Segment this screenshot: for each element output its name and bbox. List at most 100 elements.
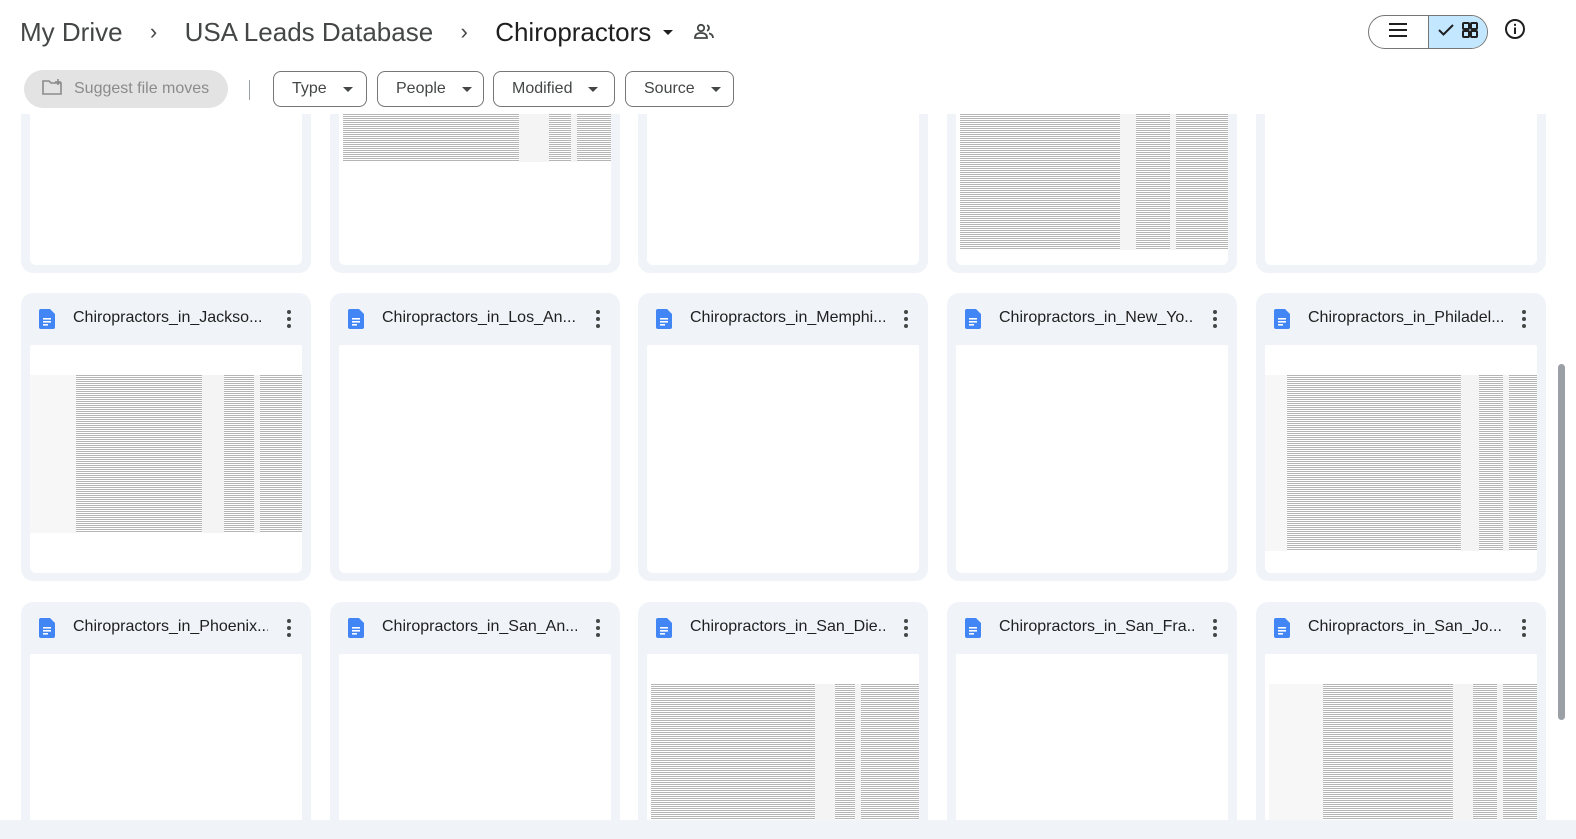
file-thumbnail bbox=[956, 654, 1228, 820]
sheet-preview bbox=[960, 114, 1228, 250]
file-thumbnail bbox=[339, 114, 611, 265]
file-thumbnail bbox=[339, 654, 611, 820]
file-card-header: Chiropractors_in_San_Die... bbox=[638, 602, 928, 654]
file-card[interactable]: Chiropractors_in_Memphi... bbox=[638, 293, 928, 581]
file-card-header: Chiropractors_in_Jackso... bbox=[21, 293, 311, 345]
people-filter-label: People bbox=[396, 80, 446, 97]
suggest-file-moves-label: Suggest file moves bbox=[74, 80, 210, 97]
more-options-icon[interactable] bbox=[279, 616, 299, 640]
file-card-partial[interactable] bbox=[21, 114, 311, 273]
info-button[interactable] bbox=[1502, 18, 1528, 44]
more-options-icon[interactable] bbox=[279, 307, 299, 331]
file-name: Chiropractors_in_Memphi... bbox=[690, 309, 885, 326]
caret-down-icon bbox=[342, 86, 353, 92]
caret-down-icon bbox=[461, 86, 472, 92]
file-card[interactable]: Chiropractors_in_San_Fra... bbox=[947, 602, 1237, 820]
file-card-partial[interactable] bbox=[330, 114, 620, 273]
breadcrumb: My Drive › USA Leads Database › Chiropra… bbox=[20, 12, 715, 52]
caret-down-icon bbox=[588, 86, 599, 92]
file-thumbnail bbox=[30, 345, 302, 573]
sheet-preview bbox=[30, 375, 302, 533]
sheet-preview bbox=[1269, 684, 1537, 820]
google-docs-icon bbox=[1274, 618, 1290, 638]
file-card[interactable]: Chiropractors_in_San_Jo... bbox=[1256, 602, 1546, 820]
chevron-right-icon: › bbox=[460, 19, 468, 44]
google-docs-icon bbox=[965, 309, 981, 329]
bottom-edge bbox=[0, 820, 1576, 839]
file-thumbnail bbox=[647, 114, 919, 265]
google-docs-icon bbox=[1274, 309, 1290, 329]
modified-filter-label: Modified bbox=[512, 80, 573, 97]
more-options-icon[interactable] bbox=[1205, 307, 1225, 331]
sheet-preview bbox=[651, 684, 919, 820]
file-name: Chiropractors_in_New_Yo... bbox=[999, 309, 1194, 326]
more-options-icon[interactable] bbox=[588, 616, 608, 640]
people-filter-chip[interactable]: People bbox=[377, 71, 484, 107]
file-card-header: Chiropractors_in_San_An... bbox=[330, 602, 620, 654]
source-filter-chip[interactable]: Source bbox=[625, 71, 734, 107]
file-card[interactable]: Chiropractors_in_New_Yo... bbox=[947, 293, 1237, 581]
file-card-partial[interactable] bbox=[947, 114, 1237, 273]
file-thumbnail bbox=[647, 654, 919, 820]
google-docs-icon bbox=[348, 309, 364, 329]
breadcrumb-my-drive[interactable]: My Drive bbox=[20, 17, 123, 48]
check-icon bbox=[1438, 23, 1454, 41]
google-docs-icon bbox=[965, 618, 981, 638]
file-card-partial[interactable] bbox=[638, 114, 928, 273]
type-filter-chip[interactable]: Type bbox=[273, 71, 367, 107]
file-thumbnail bbox=[1265, 345, 1537, 573]
file-name: Chiropractors_in_San_Jo... bbox=[1308, 618, 1502, 635]
more-options-icon[interactable] bbox=[896, 616, 916, 640]
suggest-file-moves-button[interactable]: Suggest file moves bbox=[24, 70, 228, 108]
folder-suggest-icon bbox=[42, 78, 64, 101]
google-docs-icon bbox=[39, 618, 55, 638]
file-card-header: Chiropractors_in_Phoenix... bbox=[21, 602, 311, 654]
google-docs-icon bbox=[656, 309, 672, 329]
file-thumbnail bbox=[1265, 654, 1537, 820]
more-options-icon[interactable] bbox=[588, 307, 608, 331]
file-card[interactable]: Chiropractors_in_Phoenix... bbox=[21, 602, 311, 820]
more-options-icon[interactable] bbox=[1514, 307, 1534, 331]
file-thumbnail bbox=[30, 654, 302, 820]
grid-view-icon bbox=[1461, 21, 1478, 43]
filter-bar: Suggest file moves Type People Modified … bbox=[0, 68, 1576, 112]
file-card[interactable]: Chiropractors_in_Philadel... bbox=[1256, 293, 1546, 581]
shared-folder-icon[interactable] bbox=[693, 23, 715, 41]
caret-down-icon bbox=[710, 86, 721, 92]
file-name: Chiropractors_in_San_Fra... bbox=[999, 618, 1194, 635]
scrollbar-thumb[interactable] bbox=[1558, 364, 1565, 720]
breadcrumb-usa-leads-database[interactable]: USA Leads Database bbox=[185, 17, 434, 48]
header: My Drive › USA Leads Database › Chiropra… bbox=[0, 0, 1576, 64]
file-name: Chiropractors_in_Jackso... bbox=[73, 309, 263, 326]
file-card[interactable]: Chiropractors_in_Jackso... bbox=[21, 293, 311, 581]
file-thumbnail bbox=[1265, 114, 1537, 265]
modified-filter-chip[interactable]: Modified bbox=[493, 71, 615, 107]
sheet-preview bbox=[1265, 375, 1537, 551]
more-options-icon[interactable] bbox=[896, 307, 916, 331]
file-card-partial[interactable] bbox=[1256, 114, 1546, 273]
file-card[interactable]: Chiropractors_in_Los_An... bbox=[330, 293, 620, 581]
file-thumbnail bbox=[339, 345, 611, 573]
grid-view-button[interactable] bbox=[1427, 16, 1487, 48]
file-card[interactable]: Chiropractors_in_San_Die... bbox=[638, 602, 928, 820]
file-thumbnail bbox=[956, 114, 1228, 265]
list-view-button[interactable] bbox=[1369, 16, 1428, 48]
info-icon bbox=[1504, 18, 1526, 45]
page-title: Chiropractors bbox=[495, 16, 652, 47]
more-options-icon[interactable] bbox=[1205, 616, 1225, 640]
list-view-icon bbox=[1389, 22, 1408, 42]
file-grid: Chiropractors_in_Jackso... Chiropractors… bbox=[0, 114, 1552, 820]
file-name: Chiropractors_in_Philadel... bbox=[1308, 309, 1503, 326]
breadcrumb-current-folder-menu[interactable]: Chiropractors bbox=[495, 17, 693, 48]
file-name: Chiropractors_in_San_Die... bbox=[690, 618, 885, 635]
file-thumbnail bbox=[956, 345, 1228, 573]
file-thumbnail bbox=[30, 114, 302, 265]
file-card[interactable]: Chiropractors_in_San_An... bbox=[330, 602, 620, 820]
more-options-icon[interactable] bbox=[1514, 616, 1534, 640]
file-card-header: Chiropractors_in_Los_An... bbox=[330, 293, 620, 345]
divider bbox=[249, 80, 250, 100]
view-toggle bbox=[1368, 15, 1488, 49]
google-docs-icon bbox=[39, 309, 55, 329]
caret-down-icon bbox=[663, 29, 674, 35]
vertical-scrollbar[interactable] bbox=[1556, 114, 1568, 820]
